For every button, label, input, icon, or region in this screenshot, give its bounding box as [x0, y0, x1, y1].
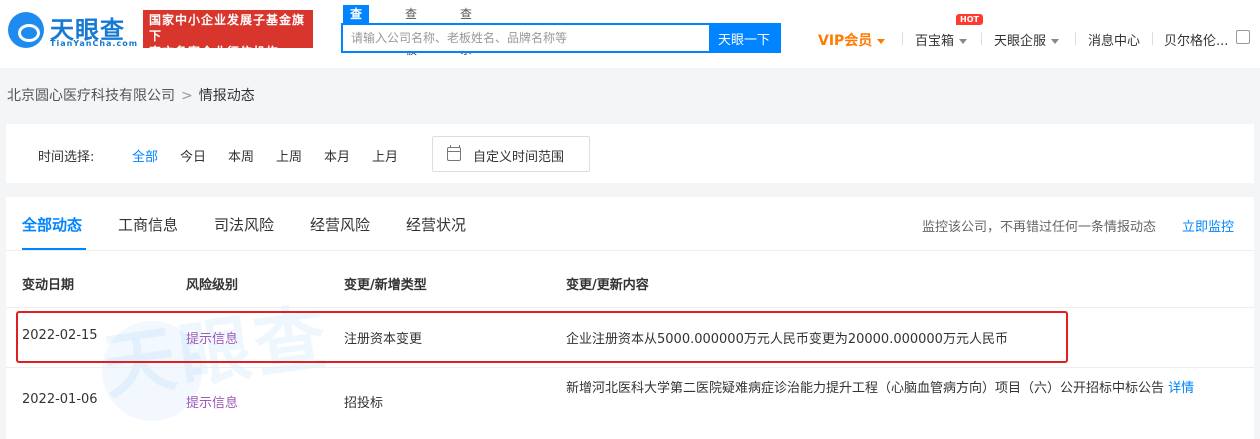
- search-tab-company[interactable]: 查公司: [343, 5, 370, 57]
- official-badge: 国家中小企业发展子基金旗下 官方备案企业征信机构: [143, 10, 313, 59]
- filter-this-week[interactable]: 本周: [228, 146, 254, 165]
- row-risk-level[interactable]: 提示信息: [186, 392, 238, 411]
- row-date: 2022-01-06: [22, 392, 98, 407]
- badge-line-2: 官方备案企业征信机构: [149, 45, 280, 59]
- search-box: 天眼一下: [341, 23, 781, 53]
- calendar-icon: [447, 145, 461, 161]
- row-change-type: 注册资本变更: [344, 332, 423, 347]
- filter-this-month[interactable]: 本月: [324, 146, 350, 165]
- logo[interactable]: 天眼查 TianYanCha.com: [8, 8, 138, 50]
- chevron-down-icon: [877, 38, 886, 44]
- chevron-down-icon: [1051, 39, 1060, 44]
- top-header: 天眼查 TianYanCha.com 国家中小企业发展子基金旗下 官方备案企业征…: [0, 0, 1260, 68]
- monitor-promo-text: 监控该公司，不再错过任何一条情报动态: [922, 220, 1157, 235]
- tab-operating-risk[interactable]: 经营风险: [310, 214, 370, 235]
- vip-label: VIP会员: [818, 33, 873, 49]
- hot-badge: HOT: [956, 14, 983, 25]
- filter-all[interactable]: 全部: [132, 146, 158, 165]
- column-header-content: 变更/更新内容: [566, 278, 649, 293]
- table-row-divider: [6, 367, 1254, 368]
- user-icon[interactable]: [1236, 30, 1250, 44]
- logo-subtext: TianYanCha.com: [50, 39, 139, 48]
- row-change-content: 新增河北医科大学第二医院疑难病症诊治能力提升工程（心脑血管病方向）项目（六）公开…: [566, 378, 1206, 399]
- row-risk-level[interactable]: 提示信息: [186, 328, 238, 347]
- treasure-label: 百宝箱: [915, 34, 955, 49]
- filter-last-week[interactable]: 上周: [276, 146, 302, 165]
- breadcrumb-company[interactable]: 北京圆心医疗科技有限公司: [7, 88, 175, 104]
- treasure-box-menu[interactable]: 百宝箱: [915, 30, 968, 49]
- row-content-text: 新增河北医科大学第二医院疑难病症诊治能力提升工程（心脑血管病方向）项目（六）公开…: [566, 381, 1165, 396]
- column-header-date: 变动日期: [22, 278, 75, 293]
- row-change-type: 招投标: [344, 396, 384, 411]
- tab-all-updates[interactable]: 全部动态: [22, 214, 82, 235]
- tab-judicial-risk[interactable]: 司法风险: [214, 214, 274, 235]
- filter-today[interactable]: 今日: [180, 146, 206, 165]
- time-filter-card: 时间选择: 全部 今日 本周 上周 本月 上月 自定义时间范围: [6, 124, 1254, 183]
- tab-operating-status[interactable]: 经营状况: [406, 214, 466, 235]
- details-link[interactable]: 详情: [1168, 381, 1194, 396]
- enterprise-label: 天眼企服: [994, 34, 1047, 49]
- search-tab-relation[interactable]: 查关系: [460, 5, 472, 57]
- message-center-link[interactable]: 消息中心: [1088, 30, 1140, 49]
- nav-divider: [902, 32, 903, 45]
- nav-divider: [1075, 32, 1076, 45]
- time-filter-label: 时间选择:: [38, 150, 95, 165]
- custom-time-range-button[interactable]: 自定义时间范围: [432, 136, 590, 172]
- search-input[interactable]: [343, 25, 709, 51]
- search-tab-boss[interactable]: 查老板: [405, 5, 417, 57]
- user-menu[interactable]: 贝尔格伦...: [1164, 30, 1228, 49]
- enterprise-service-menu[interactable]: 天眼企服: [994, 30, 1060, 49]
- vip-member-menu[interactable]: VIP会员: [818, 30, 886, 50]
- row-date: 2022-02-15: [22, 328, 98, 343]
- chevron-down-icon: [959, 39, 968, 44]
- breadcrumb: 北京圆心医疗科技有限公司 > 情报动态: [7, 85, 255, 105]
- intel-card: 天眼查 全部动态 工商信息 司法风险 经营风险 经营状况 监控该公司，不再错过任…: [6, 197, 1254, 439]
- breadcrumb-current: 情报动态: [198, 88, 255, 104]
- monitor-now-link[interactable]: 立即监控: [1182, 216, 1234, 235]
- eye-logo-icon: [8, 12, 44, 48]
- search-button[interactable]: 天眼一下: [709, 25, 779, 51]
- badge-line-1: 国家中小企业发展子基金旗下: [149, 13, 306, 43]
- column-header-type: 变更/新增类型: [344, 278, 427, 293]
- row-change-content: 企业注册资本从5000.000000万元人民币变更为20000.000000万元…: [566, 332, 1008, 347]
- table-row-divider: [6, 307, 1254, 308]
- tabs-divider: [6, 250, 1254, 251]
- custom-range-label: 自定义时间范围: [473, 150, 565, 165]
- filter-last-month[interactable]: 上月: [372, 146, 398, 165]
- nav-divider: [981, 32, 982, 45]
- breadcrumb-separator: >: [181, 88, 193, 104]
- column-header-risk: 风险级别: [186, 278, 239, 293]
- tab-business-info[interactable]: 工商信息: [118, 214, 178, 235]
- nav-divider: [1152, 32, 1153, 45]
